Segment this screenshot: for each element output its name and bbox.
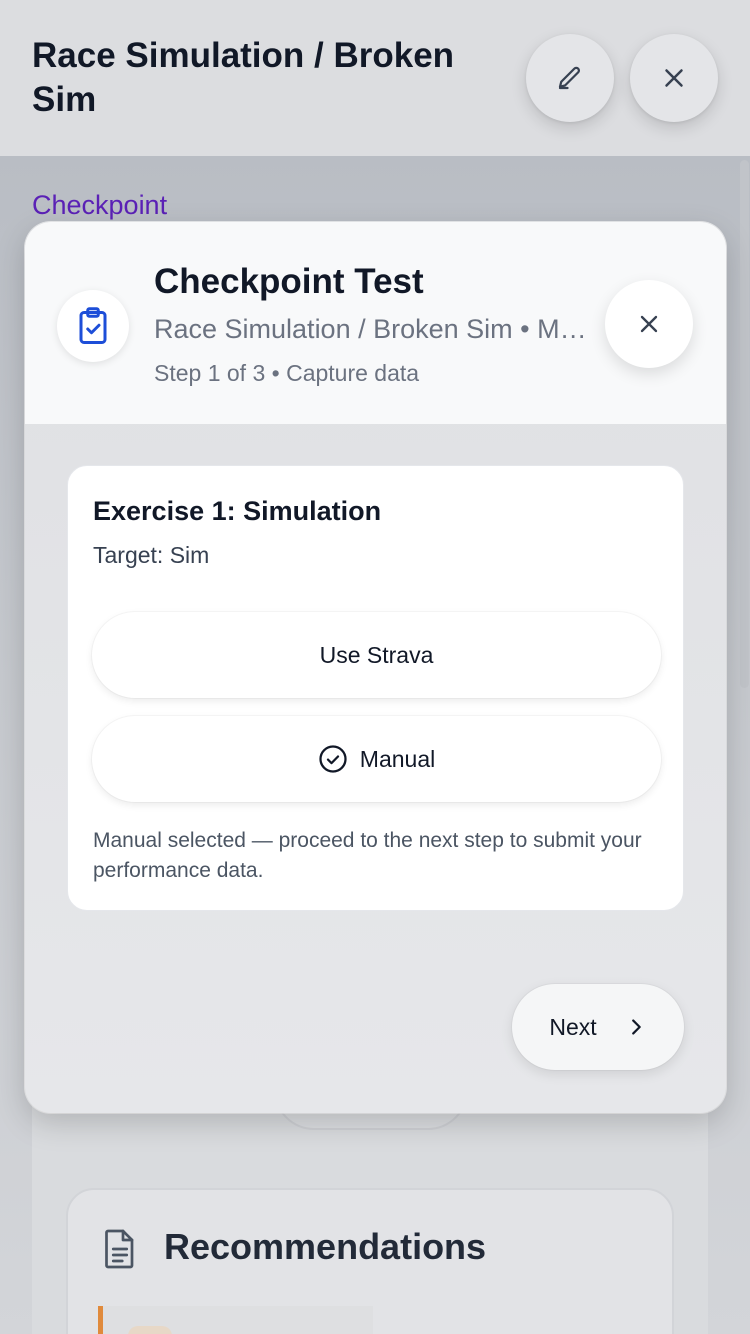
- recommendation-badge: [128, 1326, 172, 1334]
- modal-title: Checkpoint Test: [154, 262, 424, 301]
- scrollbar[interactable]: [740, 160, 749, 688]
- selection-note: Manual selected — proceed to the next st…: [93, 829, 642, 882]
- close-icon: [640, 315, 658, 333]
- manual-button[interactable]: Manual: [92, 716, 661, 802]
- modal-close-button[interactable]: [605, 280, 693, 368]
- recommendations-title: Recommendations: [164, 1226, 487, 1267]
- manual-label: Manual: [359, 745, 436, 772]
- checkpoint-test-modal: Checkpoint Test Race Simulation / Broken…: [25, 222, 726, 1113]
- modal-icon: [57, 290, 129, 362]
- check-circle-icon: [319, 745, 347, 773]
- pencil-icon: [558, 66, 581, 90]
- exercise-title: Exercise 1: Simulation: [93, 496, 382, 526]
- next-label: Next: [549, 1013, 597, 1040]
- use-strava-button[interactable]: Use Strava: [92, 612, 661, 698]
- clipboard-check-icon: [79, 307, 107, 344]
- modal-subtitle: Race Simulation / Broken Sim • Manual: [154, 314, 592, 344]
- document-icon: [105, 1229, 134, 1269]
- modal-header: Checkpoint Test Race Simulation / Broken…: [25, 222, 726, 424]
- edit-button[interactable]: [526, 34, 614, 122]
- next-button[interactable]: Next: [512, 984, 684, 1070]
- chevron-right-icon: [631, 1019, 641, 1035]
- close-page-button[interactable]: [630, 34, 718, 122]
- exercise-target: Target: Sim: [93, 542, 210, 568]
- step-indicator: Step 1 of 3 • Capture data: [154, 360, 420, 386]
- page-title: Race Simulation / Broken Sim: [32, 36, 455, 119]
- app-header: Race Simulation / Broken Sim: [0, 0, 750, 156]
- exercise-card: Exercise 1: Simulation Target: Sim Use S…: [67, 465, 684, 911]
- use-strava-label: Use Strava: [319, 641, 434, 668]
- section-label-checkpoint[interactable]: Checkpoint: [32, 190, 167, 221]
- close-icon: [665, 69, 683, 87]
